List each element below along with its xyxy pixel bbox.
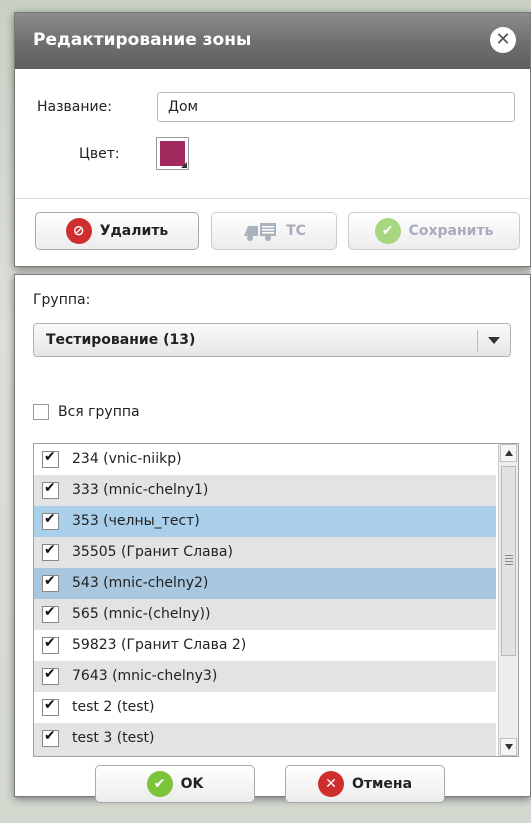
list-item[interactable]: 7643 (mnic-chelny3) <box>34 661 496 692</box>
x-circle-icon: ✕ <box>317 771 344 797</box>
list-item[interactable]: 35505 (Гранит Слава) <box>34 537 496 568</box>
group-dropdown-value: Тестирование (13) <box>46 332 196 348</box>
whole-group-label: Вся группа <box>58 404 140 420</box>
chevron-down-icon <box>488 337 500 344</box>
vehicle-list: 234 (vnic-niikp) 333 (mnic-chelny1) 353 … <box>33 443 519 757</box>
group-dropdown[interactable]: Тестирование (13) <box>33 323 511 357</box>
scroll-down-icon[interactable] <box>500 738 517 756</box>
item-checkbox[interactable] <box>42 542 59 561</box>
group-select-dialog: Группа: Тестирование (13) Вся группа 234… <box>14 274 531 803</box>
name-label: Название: <box>37 99 112 115</box>
dialog-title: Редактирование зоны <box>33 30 252 50</box>
item-checkbox[interactable] <box>42 511 59 530</box>
item-label: test 2 (test) <box>72 699 155 715</box>
grip-icon <box>505 555 513 565</box>
delete-button[interactable]: ⊘ Удалить <box>35 212 199 250</box>
vehicles-button[interactable]: ТС <box>211 212 337 250</box>
color-dropdown-arrow-icon <box>181 162 187 168</box>
color-label: Цвет: <box>79 146 120 162</box>
no-entry-icon: ⊘ <box>65 218 92 244</box>
ok-button-label: OK <box>180 776 204 792</box>
item-label: 353 (челны_тест) <box>72 513 200 529</box>
item-checkbox[interactable] <box>42 728 59 747</box>
list-item[interactable]: 59823 (Гранит Слава 2) <box>34 630 496 661</box>
item-checkbox[interactable] <box>42 635 59 654</box>
checkmark-icon: ✔ <box>374 218 401 244</box>
vehicles-button-label: ТС <box>286 223 306 239</box>
item-label: 234 (vnic-niikp) <box>72 451 182 467</box>
divider <box>15 198 530 199</box>
list-item[interactable]: 543 (mnic-chelny2) <box>34 568 496 599</box>
scroll-thumb[interactable] <box>501 466 516 656</box>
list-item[interactable]: 333 (mnic-chelny1) <box>34 475 496 506</box>
item-checkbox[interactable] <box>42 697 59 716</box>
ok-button[interactable]: ✔ OK <box>95 765 255 803</box>
item-label: 565 (mnic-(chelny)) <box>72 606 211 622</box>
group-label: Группа: <box>33 292 91 308</box>
scroll-up-icon[interactable] <box>500 444 517 462</box>
zone-edit-dialog: Редактирование зоны ✕ Название: Цвет: ⊘ … <box>14 12 531 267</box>
dialog-header: Редактирование зоны ✕ <box>15 13 530 69</box>
item-checkbox[interactable] <box>42 480 59 499</box>
item-label: 333 (mnic-chelny1) <box>72 482 209 498</box>
checkmark-icon: ✔ <box>146 771 173 797</box>
cancel-button[interactable]: ✕ Отмена <box>285 765 445 803</box>
list-item[interactable]: 353 (челны_тест) <box>34 506 496 537</box>
item-checkbox[interactable] <box>42 449 59 468</box>
truck-icon <box>242 220 278 242</box>
item-label: 35505 (Гранит Слава) <box>72 544 233 560</box>
list-item[interactable]: test 2 (test) <box>34 692 496 723</box>
item-checkbox[interactable] <box>42 604 59 623</box>
color-picker[interactable] <box>156 137 189 170</box>
list-item[interactable]: test 3 (test) <box>34 723 496 756</box>
list-item[interactable]: 565 (mnic-(chelny)) <box>34 599 496 630</box>
close-icon[interactable]: ✕ <box>490 27 516 53</box>
save-button-label: Сохранить <box>408 223 494 239</box>
zone-name-input[interactable] <box>157 92 515 122</box>
cancel-button-label: Отмена <box>351 776 413 792</box>
whole-group-checkbox[interactable] <box>33 404 49 420</box>
item-label: test 3 (test) <box>72 730 155 746</box>
save-button[interactable]: ✔ Сохранить <box>348 212 520 250</box>
dropdown-divider <box>477 330 478 352</box>
item-checkbox[interactable] <box>42 573 59 592</box>
list-scrollbar[interactable] <box>498 444 518 756</box>
item-checkbox[interactable] <box>42 666 59 685</box>
item-label: 59823 (Гранит Слава 2) <box>72 637 247 653</box>
delete-button-label: Удалить <box>99 223 169 239</box>
item-label: 7643 (mnic-chelny3) <box>72 668 218 684</box>
item-label: 543 (mnic-chelny2) <box>72 575 209 591</box>
list-item[interactable]: 234 (vnic-niikp) <box>34 444 496 475</box>
